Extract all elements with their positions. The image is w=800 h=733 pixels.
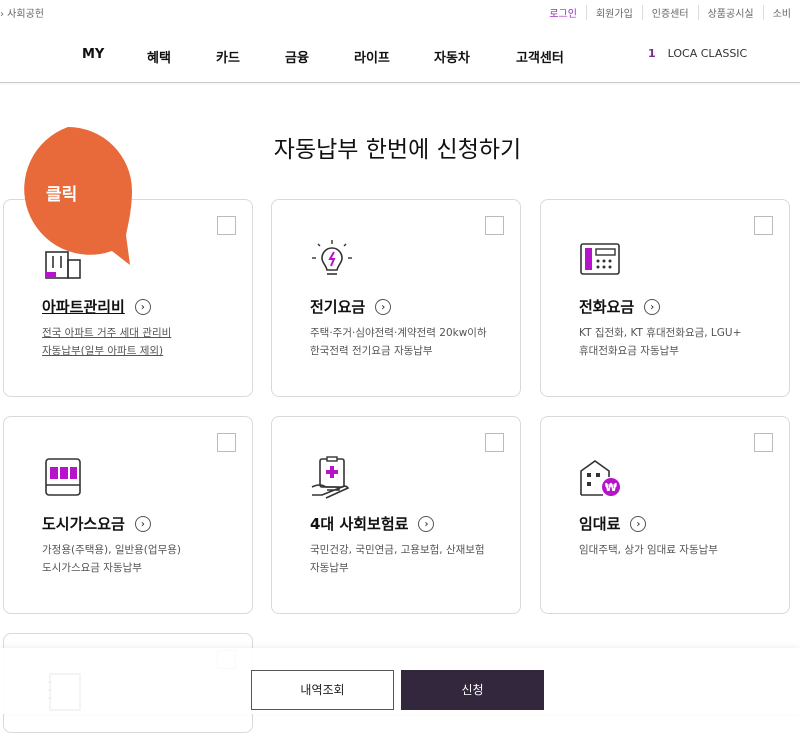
card-city-gas[interactable]: 도시가스요금 › 가정용(주택용), 일반용(업무용) 도시가스요금 자동납부 xyxy=(3,416,253,614)
nav-finance[interactable]: 금융 xyxy=(285,47,309,66)
nav-card[interactable]: 카드 xyxy=(216,47,240,66)
rent-building-icon: ₩ xyxy=(580,460,620,496)
social-contribution-link[interactable]: › 사회공헌 xyxy=(0,5,44,20)
city-gas-title: 도시가스요금 › xyxy=(42,513,151,534)
nav-benefits[interactable]: 혜택 xyxy=(147,47,171,66)
telephone-icon xyxy=(580,243,620,275)
insurance-clipboard-icon xyxy=(311,456,350,499)
chevron-right-icon[interactable]: › xyxy=(644,298,661,315)
apartment-desc: 전국 아파트 거주 세대 관리비 자동납부(일부 아파트 제외) xyxy=(42,327,172,357)
rent-title: 임대료 › xyxy=(579,513,647,534)
chevron-right-icon[interactable]: › xyxy=(418,515,435,532)
telephone-desc: KT 집전화, KT 휴대전화요금, LGU+ 휴대전화요금 자동납부 xyxy=(579,327,742,357)
auth-center-link[interactable]: 인증센터 xyxy=(641,5,698,20)
rent-checkbox[interactable] xyxy=(754,433,773,452)
gas-meter-icon xyxy=(45,458,81,496)
electricity-desc: 주택·주거·심야전력·계약전력 20kw이하 한국전력 전기요금 자동납부 xyxy=(310,327,487,357)
social-insurance-checkbox[interactable] xyxy=(485,433,504,452)
card-telephone[interactable]: 전화요금 › KT 집전화, KT 휴대전화요금, LGU+ 휴대전화요금 자동납… xyxy=(540,199,790,397)
nav-life[interactable]: 라이프 xyxy=(354,47,390,66)
chevron-right-icon[interactable]: › xyxy=(630,515,647,532)
main-navigation: MY 혜택 카드 금융 라이프 자동차 고객센터 1 LOCA CLASSIC xyxy=(0,26,800,83)
card-electricity[interactable]: 전기요금 › 주택·주거·심야전력·계약전력 20kw이하 한국전력 전기요금 자… xyxy=(271,199,521,397)
product-disclosure-link[interactable]: 상품공시실 xyxy=(697,5,763,20)
consumer-link[interactable]: 소비 xyxy=(762,5,800,20)
login-link[interactable]: 로그인 xyxy=(540,5,586,20)
telephone-checkbox[interactable] xyxy=(754,216,773,235)
click-bubble-label: 클릭 xyxy=(46,185,78,205)
card-name: LOCA CLASSIC xyxy=(667,47,748,60)
card-social-insurance[interactable]: 4대 사회보험료 › 국민건강, 국민연금, 고용보험, 산재보험 자동납부 xyxy=(271,416,521,614)
social-insurance-title: 4대 사회보험료 › xyxy=(310,513,435,534)
chevron-right-icon[interactable]: › xyxy=(134,515,151,532)
svg-text:₩: ₩ xyxy=(605,481,617,494)
telephone-title: 전화요금 › xyxy=(579,296,661,317)
apartment-title: 아파트관리비 › xyxy=(42,296,151,317)
electricity-title: 전기요금 › xyxy=(310,296,392,317)
apply-button[interactable]: 신청 xyxy=(401,670,544,710)
utility-bar: › 사회공헌 로그인 회원가입 인증센터 상품공시실 소비 xyxy=(0,0,800,26)
electricity-checkbox[interactable] xyxy=(485,216,504,235)
chevron-right-icon[interactable]: › xyxy=(134,298,151,315)
card-rent[interactable]: ₩ 임대료 › 임대주택, 상가 임대료 자동납부 xyxy=(540,416,790,614)
card-count: 1 xyxy=(648,47,656,60)
nav-my[interactable]: MY xyxy=(82,47,104,62)
nav-car[interactable]: 자동차 xyxy=(434,47,470,66)
social-insurance-desc: 국민건강, 국민연금, 고용보험, 산재보험 자동납부 xyxy=(310,544,485,574)
lightbulb-icon xyxy=(312,240,352,275)
chevron-right-icon[interactable]: › xyxy=(375,298,392,315)
bottom-action-bar: 내역조회 신청 xyxy=(0,648,800,714)
city-gas-checkbox[interactable] xyxy=(217,433,236,452)
rent-desc: 임대주택, 상가 임대료 자동납부 xyxy=(579,544,718,556)
utility-links: 로그인 회원가입 인증센터 상품공시실 소비 xyxy=(540,5,800,20)
city-gas-desc: 가정용(주택용), 일반용(업무용) 도시가스요금 자동납부 xyxy=(42,544,181,574)
apartment-checkbox[interactable] xyxy=(217,216,236,235)
history-button[interactable]: 내역조회 xyxy=(251,670,394,710)
card-selector[interactable]: 1 LOCA CLASSIC xyxy=(648,47,747,60)
signup-link[interactable]: 회원가입 xyxy=(585,5,642,20)
nav-customer-center[interactable]: 고객센터 xyxy=(516,47,564,66)
